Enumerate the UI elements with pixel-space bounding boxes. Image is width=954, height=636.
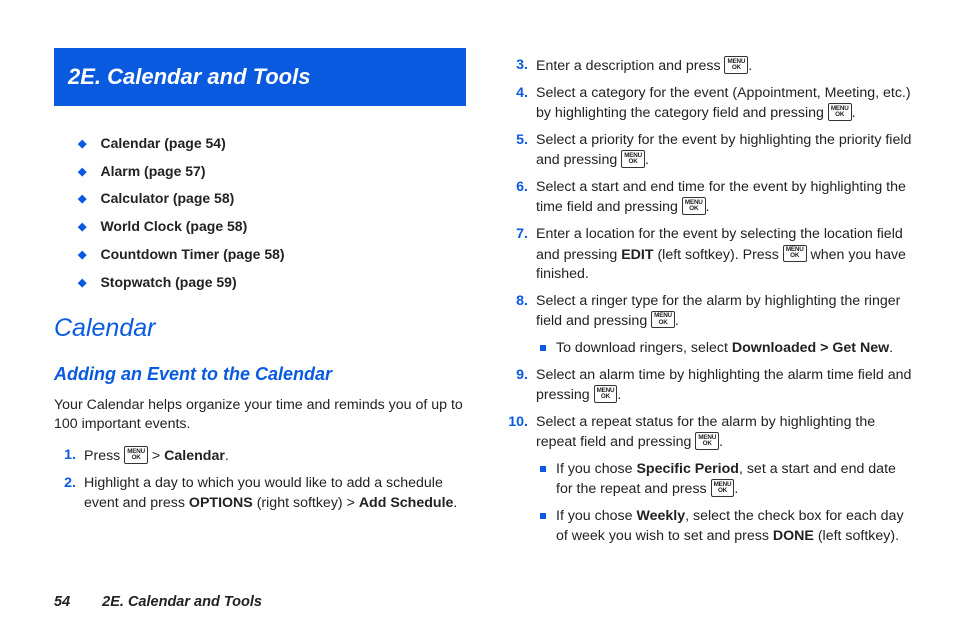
- page-number: 54: [54, 594, 70, 610]
- diamond-icon: ◆: [78, 249, 86, 261]
- step-item: Enter a description and press MENUOK.: [502, 56, 914, 76]
- subsection-heading: Adding an Event to the Calendar: [54, 362, 466, 386]
- step-item: Select a priority for the event by highl…: [502, 131, 914, 170]
- toc-item[interactable]: ◆Alarm (page 57): [78, 162, 466, 181]
- diamond-icon: ◆: [78, 166, 86, 178]
- toc-item[interactable]: ◆Calendar (page 54): [78, 134, 466, 153]
- step-item: Highlight a day to which you would like …: [54, 474, 466, 512]
- toc-list: ◆Calendar (page 54) ◆Alarm (page 57) ◆Ca…: [54, 134, 466, 292]
- diamond-icon: ◆: [78, 193, 86, 205]
- chapter-title: 2E. Calendar and Tools: [54, 48, 466, 106]
- page-content: 2E. Calendar and Tools ◆Calendar (page 5…: [0, 0, 954, 584]
- page-footer: 54 2E. Calendar and Tools: [54, 594, 262, 610]
- menu-ok-key-icon: MENUOK: [594, 385, 618, 403]
- step-item: Select a repeat status for the alarm by …: [502, 413, 914, 546]
- diamond-icon: ◆: [78, 138, 86, 150]
- menu-ok-key-icon: MENUOK: [724, 56, 748, 74]
- right-column: Enter a description and press MENUOK. Se…: [502, 48, 914, 554]
- step-item: Select a category for the event (Appoint…: [502, 84, 914, 123]
- steps-list-right: Enter a description and press MENUOK. Se…: [502, 56, 914, 546]
- section-heading: Calendar: [54, 312, 466, 346]
- step-item: Select an alarm time by highlighting the…: [502, 366, 914, 405]
- toc-item[interactable]: ◆Calculator (page 58): [78, 189, 466, 208]
- diamond-icon: ◆: [78, 277, 86, 289]
- menu-ok-key-icon: MENUOK: [651, 311, 675, 329]
- toc-item[interactable]: ◆Stopwatch (page 59): [78, 273, 466, 292]
- menu-ok-key-icon: MENUOK: [783, 245, 807, 263]
- step-item: Select a start and end time for the even…: [502, 178, 914, 217]
- left-column: 2E. Calendar and Tools ◆Calendar (page 5…: [54, 48, 466, 554]
- sub-list: If you chose Specific Period, set a star…: [536, 460, 914, 545]
- footer-title: 2E. Calendar and Tools: [102, 594, 262, 610]
- menu-ok-key-icon: MENUOK: [828, 103, 852, 121]
- step-item: Press MENUOK > Calendar.: [54, 446, 466, 466]
- toc-item[interactable]: ◆Countdown Timer (page 58): [78, 245, 466, 264]
- steps-list-left: Press MENUOK > Calendar. Highlight a day…: [54, 446, 466, 512]
- menu-ok-key-icon: MENUOK: [682, 197, 706, 215]
- step-item: Select a ringer type for the alarm by hi…: [502, 292, 914, 358]
- sub-item: If you chose Specific Period, set a star…: [540, 460, 914, 499]
- intro-text: Your Calendar helps organize your time a…: [54, 396, 466, 434]
- sub-list: To download ringers, select Downloaded >…: [536, 339, 914, 358]
- menu-ok-key-icon: MENUOK: [621, 150, 645, 168]
- toc-item[interactable]: ◆World Clock (page 58): [78, 217, 466, 236]
- menu-ok-key-icon: MENUOK: [695, 432, 719, 450]
- menu-ok-key-icon: MENUOK: [711, 479, 735, 497]
- step-item: Enter a location for the event by select…: [502, 225, 914, 283]
- menu-ok-key-icon: MENUOK: [124, 446, 148, 464]
- diamond-icon: ◆: [78, 221, 86, 233]
- sub-item: If you chose Weekly, select the check bo…: [540, 507, 914, 545]
- sub-item: To download ringers, select Downloaded >…: [540, 339, 914, 358]
